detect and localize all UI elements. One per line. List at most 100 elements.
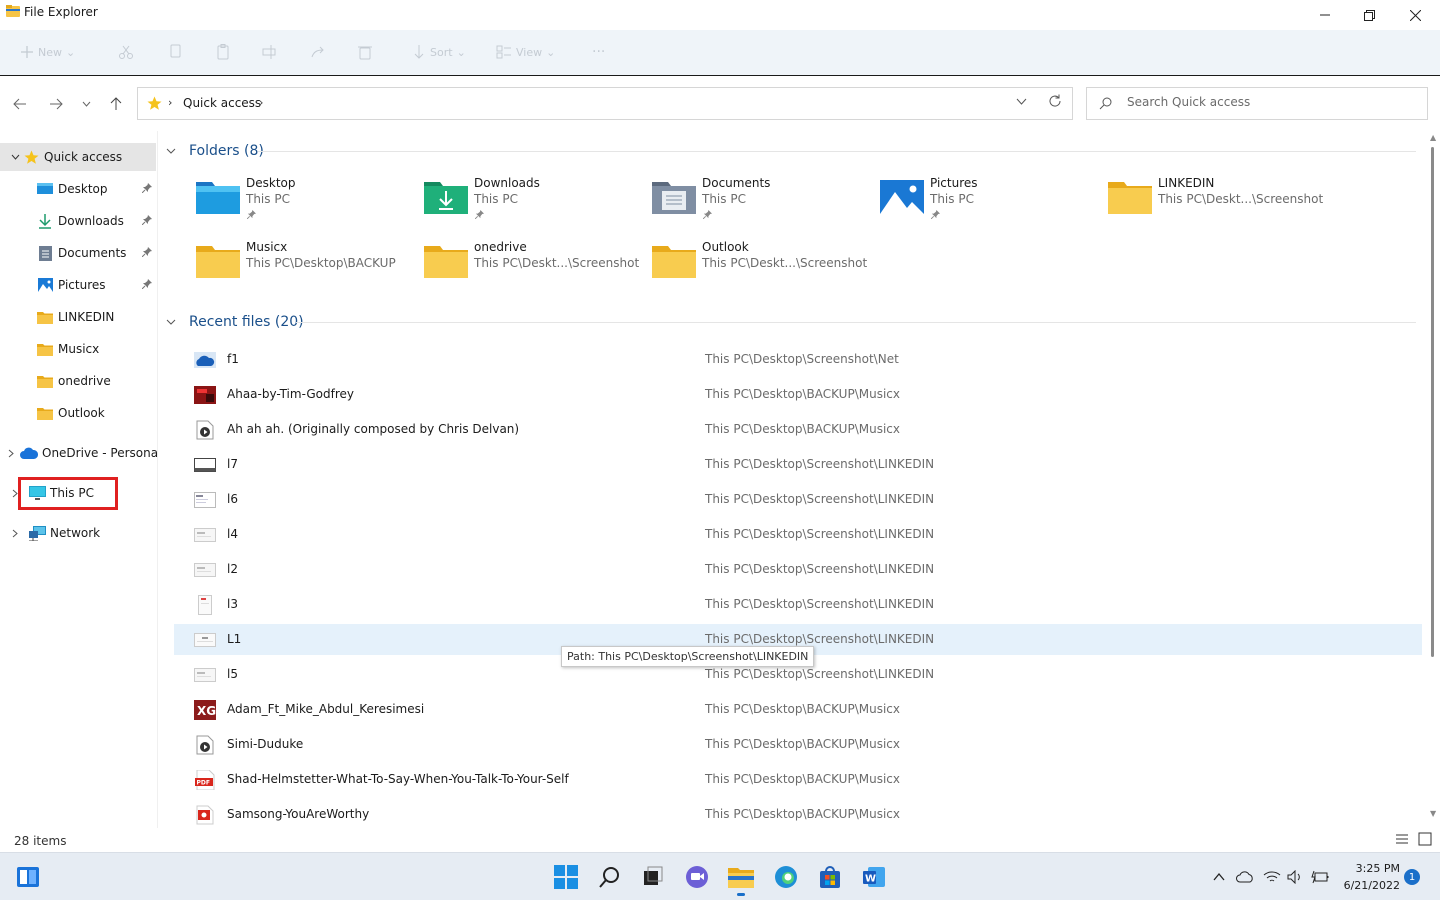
wifi-tray-button[interactable] (1262, 868, 1282, 886)
start-button[interactable] (550, 861, 582, 893)
search-taskbar-button[interactable] (594, 861, 626, 893)
cut-button[interactable] (118, 42, 134, 62)
file-row[interactable]: Simi-Duduke This PC\Desktop\BACKUP\Music… (174, 729, 1422, 760)
folder-tile-downloads[interactable]: Downloads This PC (424, 176, 644, 228)
notification-badge[interactable]: 1 (1404, 869, 1420, 885)
search-input[interactable] (1127, 95, 1417, 109)
vertical-scrollbar[interactable]: ▲ ▼ (1426, 131, 1440, 828)
sidebar-item-label: Downloads (58, 214, 124, 228)
share-button[interactable] (310, 42, 326, 62)
folder-tile-musicx[interactable]: Musicx This PC\Desktop\BACKUP (196, 240, 416, 292)
file-row[interactable]: l6 This PC\Desktop\Screenshot\LINKEDIN (174, 484, 1422, 515)
sort-button[interactable]: Sort ⌄ (412, 42, 466, 62)
edge-button[interactable] (770, 861, 802, 893)
volume-tray-button[interactable] (1286, 868, 1304, 886)
back-button[interactable] (10, 94, 30, 114)
file-row[interactable]: l7 This PC\Desktop\Screenshot\LINKEDIN (174, 449, 1422, 480)
rename-button[interactable] (262, 42, 276, 62)
forward-button[interactable] (46, 94, 66, 114)
file-row[interactable]: f1 This PC\Desktop\Screenshot\Net (174, 344, 1422, 375)
folder-tile-documents[interactable]: Documents This PC (652, 176, 872, 228)
folder-icon (36, 309, 54, 325)
refresh-button[interactable] (1048, 94, 1062, 111)
minimize-button[interactable] (1302, 0, 1348, 30)
chat-button[interactable] (681, 861, 713, 893)
paste-icon (217, 44, 229, 60)
file-row[interactable]: Ah ah ah. (Originally composed by Chris … (174, 414, 1422, 445)
new-button[interactable]: New ⌄ (20, 42, 75, 62)
chevron-down-icon[interactable] (8, 154, 22, 160)
folder-tile-onedrive[interactable]: onedrive This PC\Deskt...\Screenshot (424, 240, 644, 292)
copy-button[interactable] (168, 42, 182, 62)
chevron-right-icon[interactable] (8, 529, 22, 538)
trash-icon (358, 46, 372, 60)
file-row[interactable]: XG Adam_Ft_Mike_Abdul_Keresimesi This PC… (174, 694, 1422, 725)
screenshot-thumbnail-icon (193, 490, 217, 509)
task-view-button[interactable] (637, 861, 669, 893)
details-view-button[interactable] (1395, 832, 1411, 848)
sidebar-item-downloads[interactable]: Downloads (0, 207, 156, 235)
folder-tile-linkedin[interactable]: LINKEDIN This PC\Deskt...\Screenshot (1108, 176, 1328, 228)
file-row[interactable]: l2 This PC\Desktop\Screenshot\LINKEDIN (174, 554, 1422, 585)
recent-files-section-header[interactable]: Recent files (20) (166, 312, 304, 332)
breadcrumb-quick-access[interactable]: Quick access (183, 96, 261, 110)
arrow-up-icon (110, 97, 122, 110)
sidebar-item-desktop[interactable]: Desktop (0, 175, 156, 203)
sidebar-item-linkedin[interactable]: LINKEDIN (0, 303, 156, 331)
show-hidden-icons-button[interactable] (1211, 868, 1227, 886)
close-button[interactable] (1392, 0, 1438, 30)
scroll-up-icon[interactable]: ▲ (1430, 133, 1436, 142)
scrollbar-thumb[interactable] (1431, 147, 1434, 657)
folders-section-header[interactable]: Folders (8) (166, 141, 264, 161)
sidebar-item-onedrive-personal[interactable]: OneDrive - Personal (0, 439, 161, 467)
battery-tray-button[interactable] (1310, 868, 1330, 886)
desktop-icon (36, 181, 54, 197)
word-button[interactable]: W (858, 861, 890, 893)
file-row[interactable]: Ahaa-by-Tim-Godfrey This PC\Desktop\BACK… (174, 379, 1422, 410)
store-button[interactable] (814, 861, 846, 893)
search-icon (599, 867, 619, 888)
screenshot-thumbnail-icon (193, 525, 217, 544)
sidebar-item-outlook[interactable]: Outlook (0, 399, 156, 427)
sidebar-item-pictures[interactable]: Pictures (0, 271, 156, 299)
file-explorer-taskbar-button[interactable] (725, 861, 757, 896)
folder-tile-desktop[interactable]: Desktop This PC (196, 176, 416, 228)
widgets-button[interactable] (12, 861, 44, 893)
tiles-view-button[interactable] (1418, 832, 1434, 848)
sidebar-item-onedrive-folder[interactable]: onedrive (0, 367, 156, 395)
folder-tile-pictures[interactable]: Pictures This PC (880, 176, 1100, 228)
chevron-down-icon (166, 146, 180, 157)
sidebar-item-musicx[interactable]: Musicx (0, 335, 156, 363)
sidebar-item-network[interactable]: Network (0, 519, 156, 547)
pictures-icon (36, 277, 54, 293)
document-icon (36, 245, 54, 261)
sidebar-item-documents[interactable]: Documents (0, 239, 156, 267)
restore-icon (1363, 9, 1375, 21)
recent-locations-button[interactable] (76, 94, 96, 114)
chevron-right-icon[interactable] (8, 449, 14, 458)
breadcrumb-separator-icon[interactable]: › (259, 96, 263, 109)
downloads-folder-icon (424, 182, 468, 214)
file-row[interactable]: PDF Shad-Helmstetter-What-To-Say-When-Yo… (174, 764, 1422, 795)
file-row[interactable]: l4 This PC\Desktop\Screenshot\LINKEDIN (174, 519, 1422, 550)
scroll-down-icon[interactable]: ▼ (1430, 809, 1436, 818)
address-bar[interactable]: › Quick access › (137, 87, 1073, 120)
folder-location: This PC\Deskt...\Screenshot (1158, 192, 1324, 206)
taskbar-clock[interactable]: 3:25 PM 6/21/2022 (1336, 860, 1400, 894)
search-box[interactable] (1086, 87, 1428, 120)
onedrive-tray-button[interactable] (1235, 868, 1255, 886)
folder-tile-outlook[interactable]: Outlook This PC\Deskt...\Screenshot (652, 240, 872, 292)
folder-name: LINKEDIN (1158, 176, 1215, 190)
cloud-icon (1236, 871, 1253, 883)
command-bar: New ⌄ Sort ⌄ View ⌄ ··· (0, 30, 1440, 76)
address-history-button[interactable] (1016, 94, 1027, 108)
file-row[interactable]: l3 This PC\Desktop\Screenshot\LINKEDIN (174, 589, 1422, 620)
paste-button[interactable] (216, 42, 230, 62)
more-options-button[interactable]: ··· (592, 42, 605, 62)
sidebar-item-quick-access[interactable]: Quick access (0, 143, 156, 171)
maximize-button[interactable] (1346, 0, 1392, 30)
view-button[interactable]: View ⌄ (496, 42, 555, 62)
delete-button[interactable] (358, 42, 372, 62)
file-row[interactable]: Samsong-YouAreWorthy This PC\Desktop\BAC… (174, 799, 1422, 828)
up-button[interactable] (106, 94, 126, 114)
